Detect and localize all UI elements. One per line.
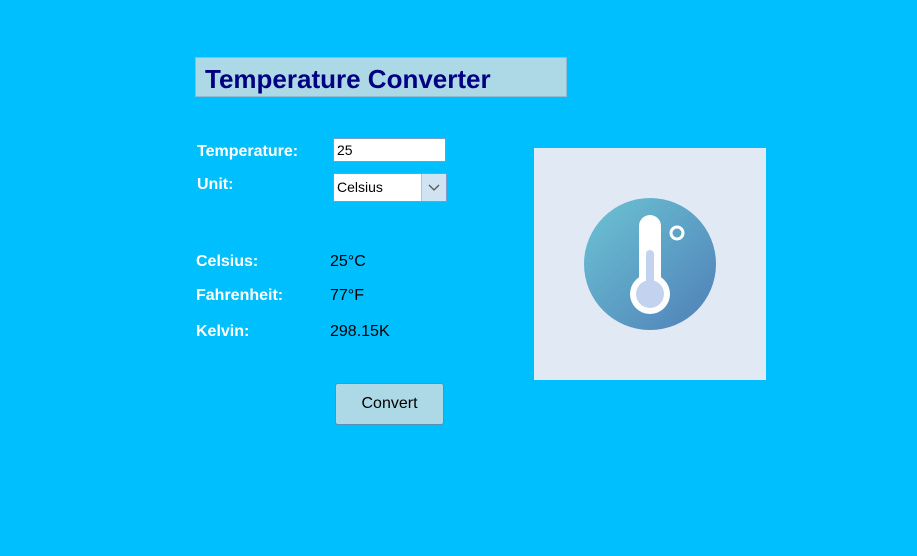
app-title: Temperature Converter bbox=[205, 64, 491, 94]
unit-dropdown[interactable]: Celsius bbox=[333, 173, 447, 202]
fahrenheit-value: 77°F bbox=[330, 287, 364, 304]
chevron-down-icon bbox=[428, 184, 440, 191]
fahrenheit-label: Fahrenheit: bbox=[196, 287, 284, 304]
temperature-input[interactable] bbox=[333, 138, 446, 162]
celsius-value: 25°C bbox=[330, 253, 366, 270]
celsius-label: Celsius: bbox=[196, 253, 259, 270]
convert-button[interactable]: Convert bbox=[335, 383, 444, 425]
dropdown-arrow-button[interactable] bbox=[421, 174, 446, 201]
temperature-label: Temperature: bbox=[197, 143, 299, 160]
kelvin-value: 298.15K bbox=[330, 323, 390, 340]
thermometer-icon bbox=[584, 198, 716, 330]
title-banner: Temperature Converter bbox=[195, 57, 567, 97]
unit-label: Unit: bbox=[197, 176, 234, 193]
unit-selected-value: Celsius bbox=[337, 179, 383, 195]
thermometer-image bbox=[534, 148, 766, 380]
kelvin-label: Kelvin: bbox=[196, 323, 250, 340]
